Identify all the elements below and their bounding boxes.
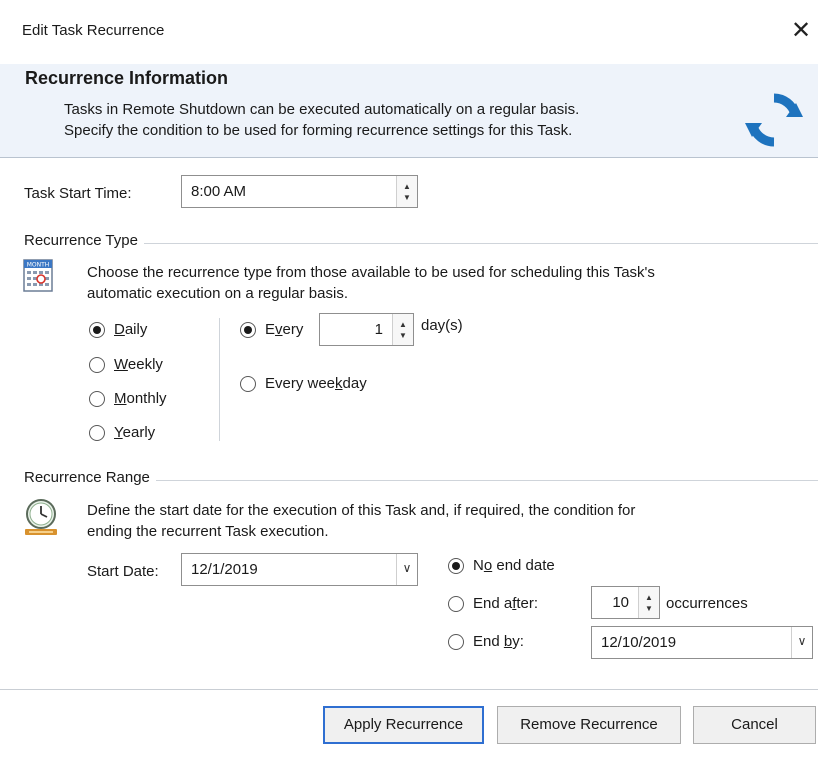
end-after-field[interactable]: 10 ▲ ▼	[591, 586, 660, 619]
chevron-down-icon[interactable]: ∨	[791, 627, 812, 658]
every-weekday-radio[interactable]	[240, 376, 256, 392]
end-by-label[interactable]: End by:	[473, 633, 524, 650]
end-by-radio[interactable]	[448, 634, 464, 650]
header-desc-line2: Specify the condition to be used for for…	[64, 122, 573, 139]
no-end-date-label[interactable]: No end date	[473, 557, 555, 574]
refresh-icon	[745, 93, 803, 147]
type-options-separator	[219, 318, 220, 441]
daily-radio[interactable]	[89, 322, 105, 338]
cancel-button[interactable]: Cancel	[693, 706, 816, 744]
start-time-spinner[interactable]: ▲ ▼	[396, 176, 417, 207]
clock-icon	[25, 499, 57, 535]
recurrence-range-description: Define the start date for the execution …	[87, 500, 635, 542]
header-desc-line1: Tasks in Remote Shutdown can be executed…	[64, 101, 580, 118]
recurrence-type-description: Choose the recurrence type from those av…	[87, 262, 655, 304]
window-title: Edit Task Recurrence	[22, 22, 165, 39]
every-days-unit: day(s)	[421, 317, 463, 334]
spin-up-icon[interactable]: ▲	[399, 319, 407, 330]
yearly-label[interactable]: Yearly	[114, 424, 155, 441]
start-date-label: Start Date:	[87, 563, 159, 580]
start-date-value: 12/1/2019	[191, 561, 258, 578]
start-time-field[interactable]: 8:00 AM ▲ ▼	[181, 175, 418, 208]
end-after-spinner[interactable]: ▲ ▼	[638, 587, 659, 618]
end-after-unit: occurrences	[666, 595, 748, 612]
every-days-field[interactable]: 1 ▲ ▼	[319, 313, 414, 346]
recurrence-type-desc-line2: automatic execution on a regular basis.	[87, 285, 348, 302]
start-date-dropdown[interactable]: 12/1/2019 ∨	[181, 553, 418, 586]
end-after-label[interactable]: End after:	[473, 595, 538, 612]
footer-divider	[0, 689, 818, 690]
every-radio[interactable]	[240, 322, 256, 338]
yearly-radio[interactable]	[89, 425, 105, 441]
recurrence-type-title: Recurrence Type	[24, 232, 144, 249]
end-after-radio[interactable]	[448, 596, 464, 612]
every-weekday-label[interactable]: Every weekday	[265, 375, 367, 392]
daily-label[interactable]: Daily	[114, 321, 147, 338]
close-button[interactable]: ✕	[784, 14, 818, 48]
no-end-date-radio[interactable]	[448, 558, 464, 574]
recurrence-range-desc-line2: ending the recurrent Task execution.	[87, 523, 329, 540]
weekly-label[interactable]: Weekly	[114, 356, 163, 373]
start-time-value: 8:00 AM	[191, 183, 247, 200]
spin-down-icon[interactable]: ▼	[645, 603, 653, 614]
spin-down-icon[interactable]: ▼	[403, 192, 411, 203]
start-time-label: Task Start Time:	[24, 185, 132, 202]
spin-down-icon[interactable]: ▼	[399, 330, 407, 341]
spin-up-icon[interactable]: ▲	[645, 592, 653, 603]
chevron-down-icon[interactable]: ∨	[396, 554, 417, 585]
remove-recurrence-button[interactable]: Remove Recurrence	[497, 706, 681, 744]
recurrence-range-title: Recurrence Range	[24, 469, 156, 486]
end-by-value: 12/10/2019	[601, 634, 677, 651]
end-by-dropdown[interactable]: 12/10/2019 ∨	[591, 626, 813, 659]
recurrence-type-desc-line1: Choose the recurrence type from those av…	[87, 264, 655, 281]
weekly-radio[interactable]	[89, 357, 105, 373]
header-description: Tasks in Remote Shutdown can be executed…	[64, 99, 579, 141]
apply-recurrence-button[interactable]: Apply Recurrence	[323, 706, 484, 744]
spin-up-icon[interactable]: ▲	[403, 181, 411, 192]
calendar-icon: MONTH	[23, 259, 53, 292]
header-title: Recurrence Information	[25, 68, 229, 88]
recurrence-range-desc-line1: Define the start date for the execution …	[87, 502, 636, 519]
close-icon[interactable]: ✕	[791, 17, 811, 44]
monthly-label[interactable]: Monthly	[114, 390, 167, 407]
calendar-icon-text: MONTH	[27, 262, 50, 269]
end-after-value: 10	[612, 594, 629, 611]
every-label[interactable]: Every	[265, 321, 303, 338]
every-days-spinner[interactable]: ▲ ▼	[392, 314, 413, 345]
monthly-radio[interactable]	[89, 391, 105, 407]
every-days-value: 1	[374, 321, 383, 338]
